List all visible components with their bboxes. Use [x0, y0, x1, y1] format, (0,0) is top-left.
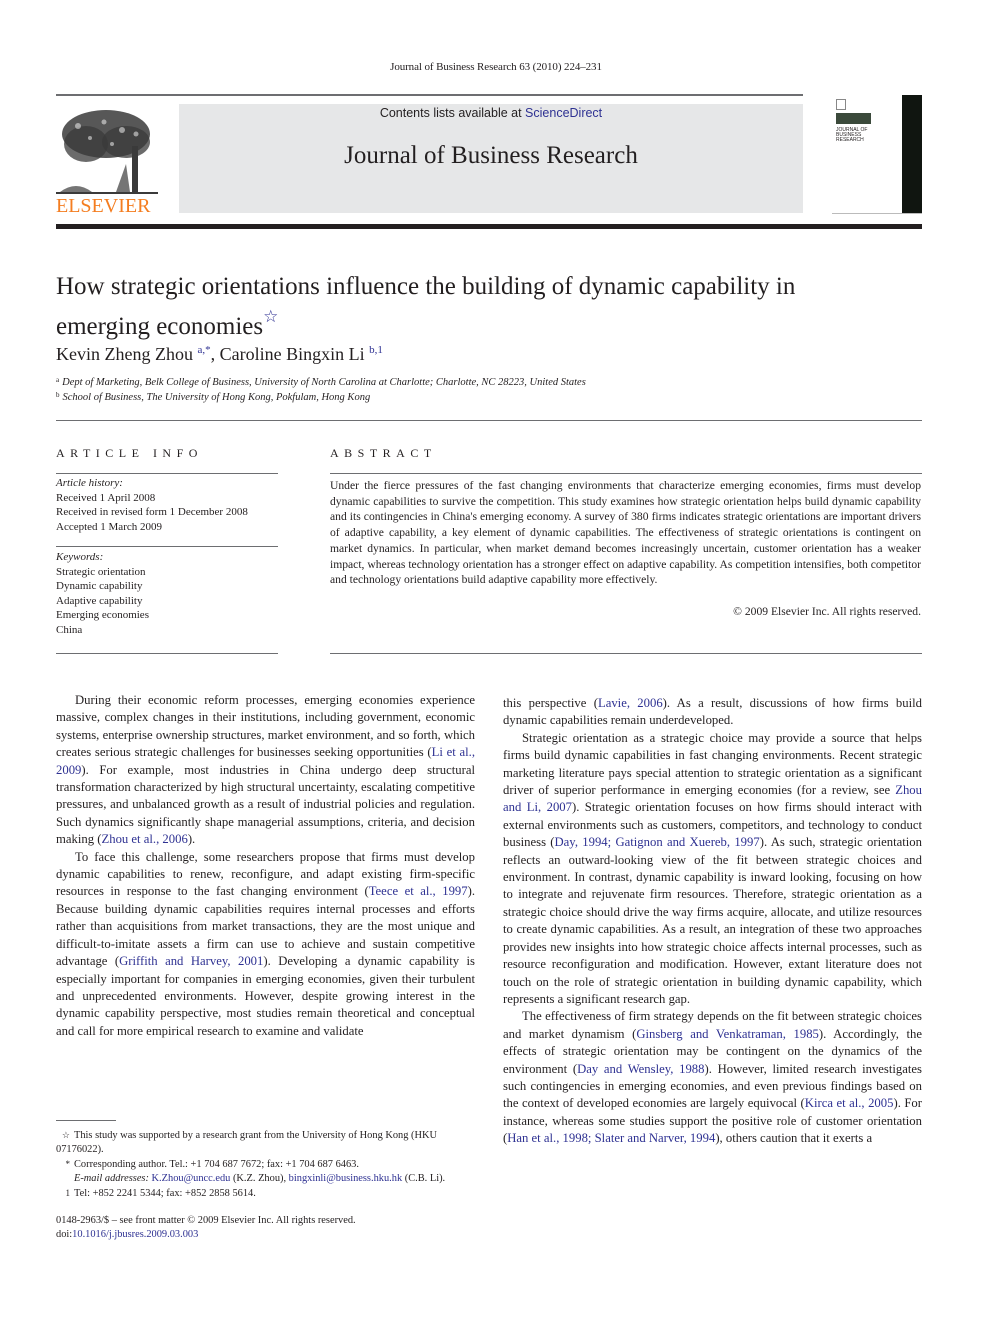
body-paragraph: The effectiveness of firm strategy depen…	[503, 1008, 922, 1147]
history-item: Received 1 April 2008	[56, 491, 156, 504]
article-title: How strategic orientations influence the…	[56, 272, 876, 342]
article-info-rule	[56, 473, 278, 474]
abstract-rule	[330, 473, 922, 474]
cover-banner	[836, 113, 871, 124]
keywords-label: Keywords:	[56, 551, 104, 563]
footnotes: ☆ This study was supported by a research …	[56, 1128, 476, 1201]
front-matter: 0148-2963/$ – see front matter © 2009 El…	[56, 1214, 356, 1242]
doi-line: doi:10.1016/j.jbusres.2009.03.003	[56, 1228, 356, 1242]
elsevier-logo[interactable]: ELSEVIER	[56, 104, 158, 217]
keywords: Keywords: Strategic orientation Dynamic …	[56, 550, 286, 638]
author-name: Kevin Zheng Zhou	[56, 344, 193, 364]
body-text: ), others caution that it exerts a	[715, 1131, 873, 1146]
footnote-number: 1	[65, 1188, 71, 1198]
email-link[interactable]: bingxinli@business.hku.hk	[289, 1173, 402, 1184]
footnote-star-icon: ☆	[61, 1130, 70, 1140]
abstract-text: Under the fierce pressures of the fast c…	[330, 479, 921, 587]
body-text: During their economic reform processes, …	[56, 693, 475, 760]
citation-link[interactable]: Teece et al., 1997	[369, 884, 468, 898]
affiliation-text: School of Business, The University of Ho…	[62, 392, 371, 403]
article-info-bottom-rule	[56, 653, 278, 654]
author-name: Caroline Bingxin Li	[219, 344, 365, 364]
email-link[interactable]: K.Zhou@uncc.edu	[152, 1173, 231, 1184]
author-separator: ,	[210, 344, 220, 364]
article-info-heading: ARTICLE INFO	[56, 446, 203, 460]
history-item: Accepted 1 March 2009	[56, 520, 162, 533]
keyword: Dynamic capability	[56, 580, 143, 593]
body-paragraph: Strategic orientation as a strategic cho…	[503, 730, 922, 1009]
history-label: Article history:	[56, 477, 123, 489]
affiliation: a Dept of Marketing, Belk College of Busi…	[56, 376, 586, 388]
keyword: Adaptive capability	[56, 594, 143, 607]
abstract-bottom-rule	[330, 653, 922, 654]
body-paragraph: this perspective (Lavie, 2006). As a res…	[503, 695, 922, 730]
keyword: China	[56, 623, 83, 636]
affiliation-text: Dept of Marketing, Belk College of Busin…	[62, 377, 586, 388]
body-text: ).	[187, 832, 196, 847]
email-owner: (K.Z. Zhou),	[230, 1173, 289, 1184]
citation-link[interactable]: Zhou et al., 2006	[101, 832, 187, 846]
footnote-funding: ☆ This study was supported by a research …	[56, 1128, 476, 1157]
citation-link[interactable]: Ginsberg and Venkatraman, 1985	[636, 1027, 819, 1041]
footnote-asterisk: *	[65, 1159, 71, 1169]
citation-link[interactable]: Kirca et al., 2005	[805, 1096, 894, 1110]
footnote-text: This study was supported by a research g…	[56, 1130, 438, 1155]
footnote-emails: E-mail addresses: K.Zhou@uncc.edu (K.Z. …	[56, 1172, 476, 1186]
contents-prefix: Contents lists available at	[379, 106, 526, 120]
journal-banner: Contents lists available at ScienceDirec…	[179, 104, 803, 213]
citation-link[interactable]: Griffith and Harvey, 2001	[119, 954, 263, 968]
body-text: this perspective (	[503, 696, 598, 710]
history-item: Received in revised form 1 December 2008	[56, 506, 248, 519]
citation-link[interactable]: Lavie, 2006	[598, 696, 663, 710]
journal-title: Journal of Business Research	[344, 142, 638, 169]
body-column-left: During their economic reform processes, …	[56, 692, 475, 1040]
article-history: Article history: Received 1 April 2008 R…	[56, 476, 286, 534]
doi-link[interactable]: 10.1016/j.jbusres.2009.03.003	[72, 1229, 198, 1240]
body-text: ). As such, strategic orientation reflec…	[503, 835, 922, 1006]
article-title-text: How strategic orientations influence the…	[56, 273, 796, 340]
citation-link[interactable]: Han et al., 1998; Slater and Narver, 199…	[507, 1131, 715, 1145]
body-paragraph: To face this challenge, some researchers…	[56, 849, 475, 1040]
affiliation-mark: b	[56, 391, 60, 399]
running-head: Journal of Business Research 63 (2010) 2…	[390, 61, 602, 73]
journal-cover-thumbnail[interactable]: Journal of Business Research	[832, 95, 922, 214]
citation-link[interactable]: Day, 1994; Gatignon and Xuereb, 1997	[555, 835, 760, 849]
affiliation-mark: a	[56, 376, 60, 384]
footnote-phone: 1 Tel: +852 2241 5344; fax: +852 2858 561…	[56, 1186, 476, 1201]
keywords-rule	[56, 546, 278, 547]
author-marks[interactable]: a,*	[197, 344, 210, 356]
sciencedirect-link[interactable]: ScienceDirect	[525, 106, 602, 120]
footnote-text: Tel: +852 2241 5344; fax: +852 2858 5614…	[74, 1188, 256, 1199]
abstract-copyright: © 2009 Elsevier Inc. All rights reserved…	[733, 605, 921, 618]
cover-image-strip	[902, 95, 922, 213]
email-label: E-mail addresses:	[74, 1173, 149, 1184]
issn-line: 0148-2963/$ – see front matter © 2009 El…	[56, 1215, 356, 1226]
doi-prefix: doi:	[56, 1229, 73, 1240]
footnote-corresponding: * Corresponding author. Tel.: +1 704 687 …	[56, 1157, 476, 1172]
footnote-text: Corresponding author. Tel.: +1 704 687 7…	[74, 1159, 359, 1170]
keyword: Strategic orientation	[56, 565, 146, 578]
title-rule	[56, 420, 922, 421]
abstract-heading: ABSTRACT	[330, 446, 437, 460]
body-column-right: this perspective (Lavie, 2006). As a res…	[503, 695, 922, 1148]
author-marks[interactable]: b,1	[369, 344, 383, 356]
body-paragraph: During their economic reform processes, …	[56, 692, 475, 849]
cover-publisher-icon	[836, 99, 846, 110]
citation-link[interactable]: Day and Wensley, 1988	[577, 1062, 704, 1076]
cover-title: Journal of Business Research	[836, 127, 868, 143]
footnote-rule	[56, 1120, 116, 1121]
header-rule	[56, 94, 803, 96]
title-footnote-star-icon[interactable]: ☆	[263, 307, 278, 326]
elsevier-wordmark: ELSEVIER	[56, 195, 151, 217]
header-thick-rule	[56, 224, 922, 229]
author-list: Kevin Zheng Zhou a,*, Caroline Bingxin L…	[56, 344, 383, 365]
contents-line: Contents lists available at ScienceDirec…	[179, 106, 803, 120]
email-owner: (C.B. Li).	[402, 1173, 446, 1184]
body-text: Strategic orientation as a strategic cho…	[503, 730, 922, 798]
affiliation: b School of Business, The University of H…	[56, 391, 370, 403]
keyword: Emerging economies	[56, 609, 149, 622]
